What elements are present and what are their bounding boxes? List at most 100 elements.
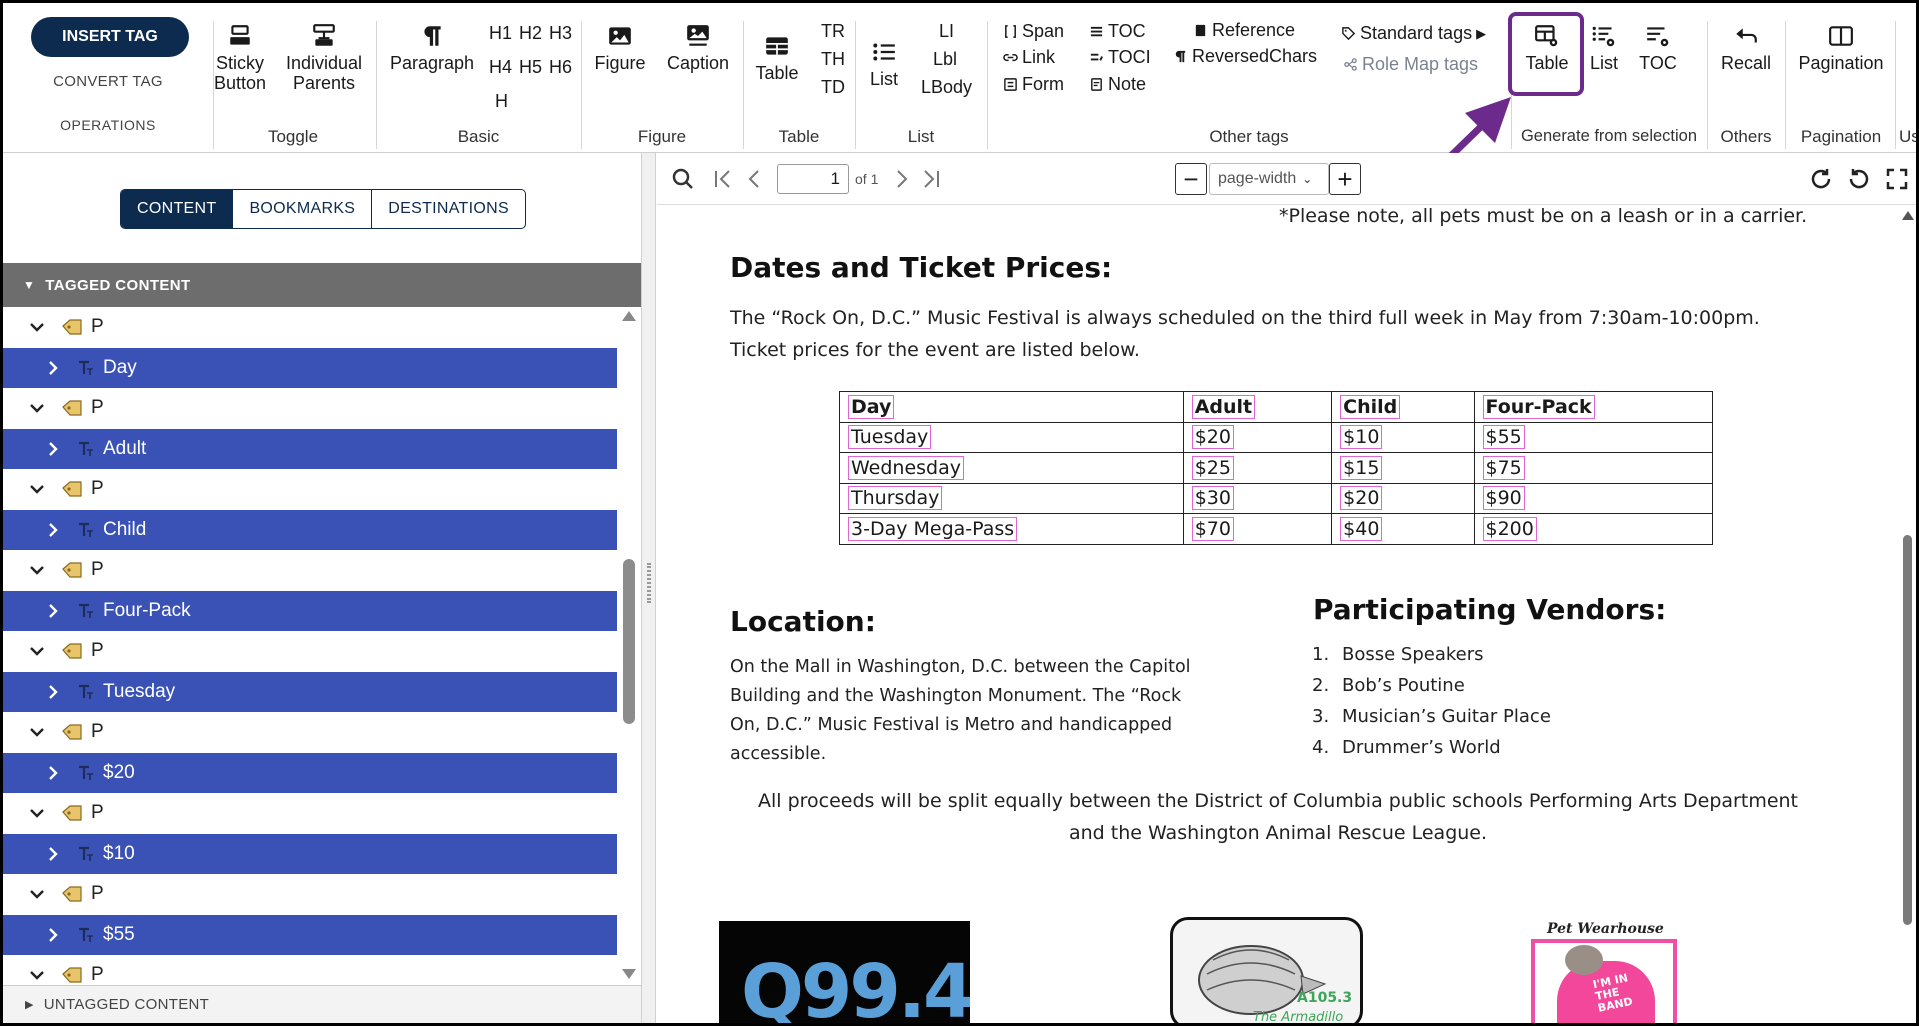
paragraph-button[interactable]: Paragraph [387,23,477,73]
caption-button[interactable]: Caption [661,23,735,73]
generate-toc-button[interactable]: TOC [1635,23,1681,73]
document-scroll-thumb[interactable] [1903,535,1912,925]
reference-label: Reference [1212,20,1296,40]
text-type-icon [79,360,93,375]
chevron-right-icon[interactable] [43,520,63,540]
chevron-right-icon[interactable] [43,601,63,621]
document-scrollbar[interactable] [1899,205,1916,1023]
standard-tags-button[interactable]: Standard tags ▶ [1341,23,1486,44]
tree-node-p[interactable]: P [3,631,617,672]
figure-button[interactable]: Figure [589,23,651,73]
tab-bookmarks[interactable]: BOOKMARKS [233,190,373,228]
tree-scrollbar[interactable] [617,307,641,987]
tree-node-content[interactable]: Four-Pack [3,590,617,631]
tree-node-p[interactable]: P [3,550,617,591]
h3-button[interactable]: H3 [549,23,572,44]
tree-node-p[interactable]: P [3,874,617,915]
page-number-input[interactable]: 1 [777,164,849,194]
recall-button[interactable]: Recall [1715,23,1777,73]
rotate-clockwise-icon[interactable] [1809,167,1833,191]
table-button[interactable]: Table [751,33,803,83]
role-map-tags-button[interactable]: Role Map tags [1343,54,1478,75]
tree-node-p[interactable]: P [3,307,617,348]
li-button[interactable]: LI [939,21,954,42]
individual-parents-button[interactable]: Individual Parents [283,23,365,93]
chevron-right-icon[interactable] [43,925,63,945]
list-button[interactable]: List [861,39,907,89]
tab-content[interactable]: CONTENT [121,190,234,228]
last-page-icon[interactable] [919,167,943,191]
chevron-right-icon[interactable] [43,763,63,783]
tree-node-p[interactable]: P [3,712,617,753]
h6-button[interactable]: H6 [549,57,572,78]
scroll-up-arrow-icon[interactable] [622,311,636,321]
chevron-right-icon[interactable] [43,439,63,459]
generate-list-button[interactable]: List [1585,23,1623,73]
tagged-content-header[interactable]: ▼ TAGGED CONTENT [3,263,641,307]
panel-resize-handle[interactable] [641,153,656,1023]
h2-button[interactable]: H2 [519,23,542,44]
insert-tag-button[interactable]: INSERT TAG [31,17,189,57]
tree-node-p[interactable]: P [3,793,617,834]
toc-tag-button[interactable]: TOC [1089,21,1146,42]
sticky-button[interactable]: Sticky Button [211,23,269,93]
h5-button[interactable]: H5 [519,57,542,78]
scroll-down-arrow-icon[interactable] [622,969,636,979]
table-cell: Child [1331,391,1475,423]
th-button[interactable]: TH [821,49,845,70]
tab-destinations[interactable]: DESTINATIONS [372,190,525,228]
chevron-right-icon[interactable] [43,682,63,702]
tree-scroll-thumb[interactable] [623,559,635,724]
convert-tag-button[interactable]: CONVERT TAG [3,73,213,90]
note-button[interactable]: Note [1089,74,1146,95]
toci-button[interactable]: TOCI [1089,47,1151,68]
td-button[interactable]: TD [821,77,845,98]
chevron-down-icon[interactable] [27,398,47,418]
chevron-down-icon[interactable] [27,479,47,499]
tree-node-p[interactable]: P [3,388,617,429]
chevron-right-icon[interactable] [43,358,63,378]
form-button[interactable]: Form [1003,74,1064,95]
tree-node-content[interactable]: $55 [3,914,617,955]
zoom-in-button[interactable]: + [1329,163,1361,195]
h4-button[interactable]: H4 [489,57,512,78]
tr-button[interactable]: TR [821,21,845,42]
reference-button[interactable]: Reference [1193,20,1295,41]
tree-node-p[interactable]: P [3,955,617,987]
zoom-select[interactable]: page-width ⌄ [1209,163,1329,195]
search-icon[interactable] [671,167,695,191]
tree-node-p[interactable]: P [3,469,617,510]
scroll-up-arrow-icon[interactable] [1902,211,1914,220]
tree-node-content[interactable]: $10 [3,833,617,874]
chevron-right-icon[interactable] [43,844,63,864]
reversed-chars-button[interactable]: ReversedChars [1173,46,1317,67]
rotate-counterclockwise-icon[interactable] [1847,167,1871,191]
generate-table-button[interactable]: Table [1517,23,1577,73]
first-page-icon[interactable] [711,167,735,191]
fullscreen-icon[interactable] [1885,167,1909,191]
chevron-down-icon[interactable] [27,965,47,985]
chevron-down-icon[interactable] [27,803,47,823]
chevron-down-icon[interactable] [27,884,47,904]
tree-node-content[interactable]: $20 [3,752,617,793]
lbl-button[interactable]: Lbl [933,49,957,70]
tree-node-content[interactable]: Day [3,347,617,388]
chevron-down-icon[interactable] [27,641,47,661]
chevron-down-icon[interactable] [27,722,47,742]
chevron-down-icon[interactable] [27,560,47,580]
tree-node-content[interactable]: Tuesday [3,671,617,712]
zoom-out-button[interactable]: − [1175,163,1207,195]
h-button[interactable]: H [495,91,508,112]
previous-page-icon[interactable] [743,167,767,191]
h1-button[interactable]: H1 [489,23,512,44]
pagination-button[interactable]: Pagination [1793,23,1889,73]
span-button[interactable]: Span [1003,21,1064,42]
lbody-button[interactable]: LBody [921,77,972,98]
next-page-icon[interactable] [889,167,913,191]
tree-node-content[interactable]: Adult [3,428,617,469]
link-button[interactable]: Link [1003,47,1055,68]
cell-text: $20 [1340,486,1383,511]
chevron-down-icon[interactable] [27,317,47,337]
tree-node-content[interactable]: Child [3,509,617,550]
untagged-content-header[interactable]: ▶ UNTAGGED CONTENT [3,985,641,1023]
